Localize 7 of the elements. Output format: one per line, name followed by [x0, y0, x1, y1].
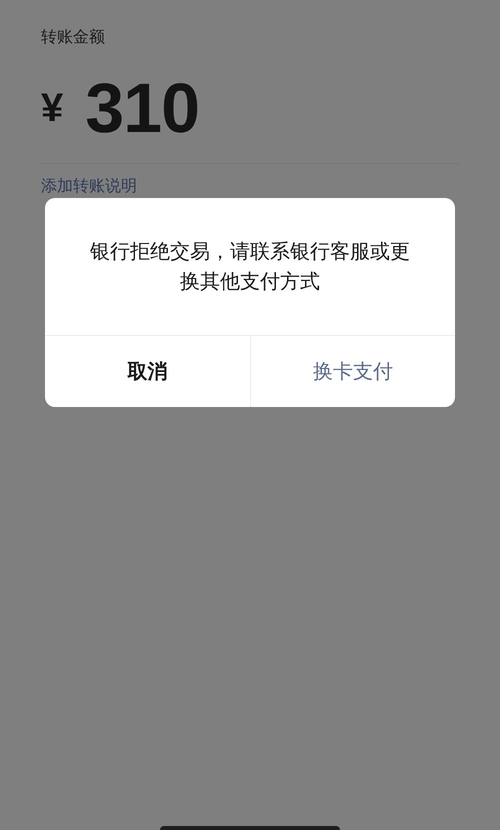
amount-label: 转账金额: [41, 28, 105, 48]
dialog-message: 银行拒绝交易，请联系银行客服或更换其他支付方式: [89, 240, 411, 294]
change-card-button[interactable]: 换卡支付: [250, 336, 455, 407]
note-link[interactable]: 添加转账说明: [41, 176, 137, 198]
cancel-button[interactable]: 取消: [45, 336, 250, 407]
currency-symbol: ¥: [41, 88, 64, 128]
amount-value: 310: [85, 73, 200, 143]
